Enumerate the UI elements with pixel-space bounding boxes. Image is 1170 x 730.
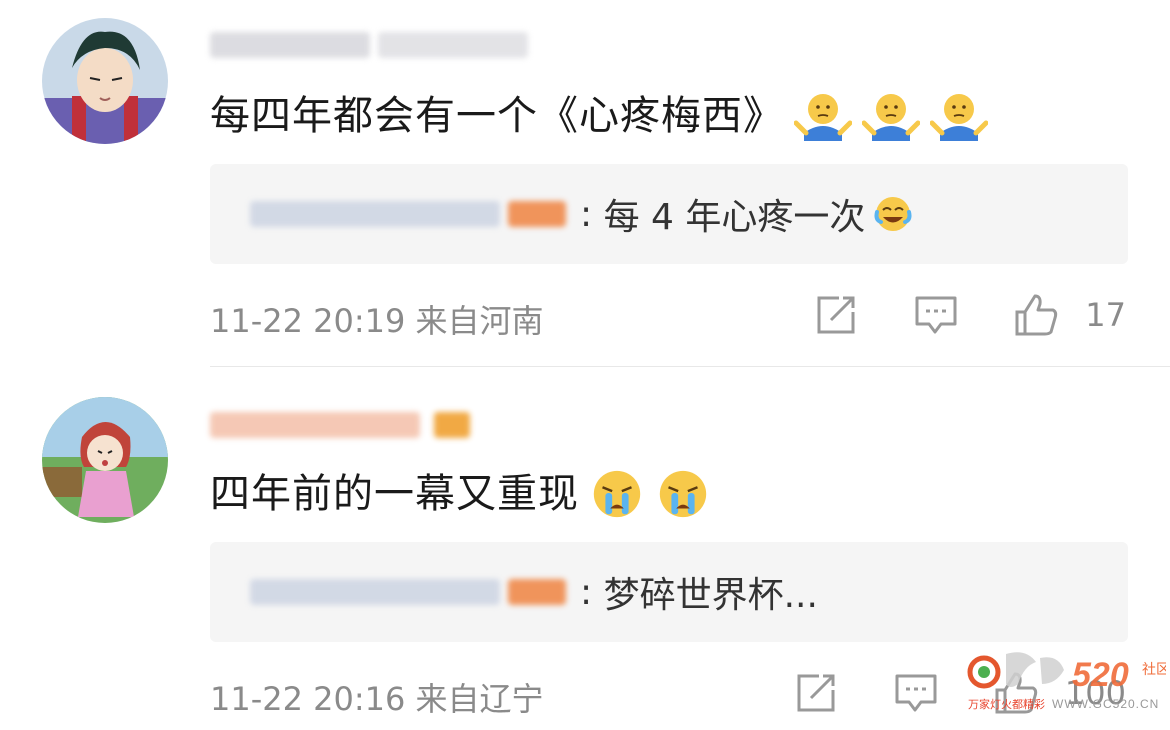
like-icon[interactable] — [1013, 292, 1059, 338]
comment-icon[interactable] — [893, 670, 939, 716]
share-icon[interactable] — [813, 292, 859, 338]
watermark-site: WWW.GC520.CN — [1052, 697, 1159, 711]
reply-box[interactable]: : 每 4 年心疼一次 — [210, 164, 1128, 264]
username-blurred[interactable] — [210, 28, 536, 62]
share-icon[interactable] — [793, 670, 839, 716]
comment-content: 四年前的一幕又重现 — [210, 466, 711, 522]
divider — [210, 366, 1170, 367]
avatar[interactable] — [42, 18, 168, 144]
comment-icon[interactable] — [913, 292, 959, 338]
reply-username-blurred[interactable] — [250, 201, 566, 227]
shrug-emoji-icon — [794, 94, 852, 141]
crown-icon — [434, 412, 470, 438]
comment-text: 四年前的一幕又重现 — [210, 471, 579, 517]
reply-colon: : — [580, 571, 604, 613]
comment-meta: 11-22 20:19 来自河南 — [210, 302, 544, 340]
shrug-emoji-icon — [862, 94, 920, 141]
watermark-side: 社区 — [1142, 662, 1166, 678]
reply-box[interactable]: : 梦碎世界杯... — [210, 542, 1128, 642]
reply-text: : 每 4 年心疼一次 — [580, 188, 915, 240]
reply-message: 每 4 年心疼一次 — [603, 197, 866, 238]
reply-message: 梦碎世界杯... — [603, 575, 818, 616]
reply-colon: : — [580, 193, 604, 235]
laugh-cry-emoji-icon — [874, 197, 912, 231]
watermark-tagline: 万家灯火都精彩 — [968, 697, 1045, 711]
site-watermark-logo: 520 社区 万家灯火都精彩 WWW.GC520.CN — [967, 652, 1166, 711]
reply-username-blurred[interactable] — [250, 579, 566, 605]
comment-actions: 17 — [813, 292, 1126, 338]
avatar[interactable] — [42, 397, 168, 523]
reply-text: : 梦碎世界杯... — [580, 566, 818, 618]
comment-content: 每四年都会有一个《心疼梅西》 — [210, 88, 988, 144]
comment-meta: 11-22 20:16 来自辽宁 — [210, 680, 544, 718]
crying-emoji-icon — [659, 470, 707, 518]
username-blurred[interactable] — [210, 408, 478, 442]
crying-emoji-icon — [593, 470, 641, 518]
watermark-brand: 520 — [1072, 656, 1129, 694]
shrug-emoji-icon — [930, 94, 988, 141]
like-count: 17 — [1085, 296, 1126, 334]
comment-text: 每四年都会有一个《心疼梅西》 — [210, 93, 784, 139]
